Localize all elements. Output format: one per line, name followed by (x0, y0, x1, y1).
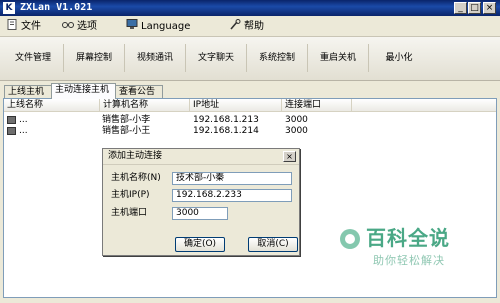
title-bar[interactable]: K ZXLan V1.021 _ □ × (0, 0, 500, 16)
cell-port: 3000 (285, 115, 308, 125)
text-chat-button[interactable]: 文字聊天 (186, 44, 247, 72)
dialog-title-bar[interactable]: 添加主动连接 × (103, 149, 299, 165)
cell-ip: 192.168.1.213 (193, 115, 259, 125)
host-ip-label: 主机IP(P) (111, 190, 150, 200)
menu-language-label: Language (141, 21, 191, 32)
toolbar: 文件管理 屏幕控制 视频通讯 文字聊天 系统控制 重启关机 最小化 (0, 37, 500, 81)
column-computer-name[interactable]: 计算机名称 (100, 99, 190, 111)
menu-language[interactable]: Language (126, 19, 190, 33)
add-connection-dialog: 添加主动连接 × 主机名称(N) 技术部-小秦 主机IP(P) 192.168.… (102, 148, 300, 256)
glasses-icon (62, 22, 74, 28)
system-control-button[interactable]: 系统控制 (247, 44, 308, 72)
file-manage-button[interactable]: 文件管理 (3, 44, 64, 72)
ok-button[interactable]: 确定(O) (175, 237, 225, 252)
column-online-name[interactable]: 上线名称 (4, 99, 100, 111)
watermark-logo (340, 229, 360, 249)
host-port-input[interactable]: 3000 (172, 207, 228, 220)
window-title: ZXLan V1.021 (20, 2, 93, 13)
cell-online-name: ... (19, 115, 28, 125)
monitor-icon (126, 19, 138, 29)
menu-options[interactable]: 选项 (62, 19, 97, 33)
restart-shutdown-button[interactable]: 重启关机 (308, 44, 369, 72)
cell-online-name: ... (19, 126, 28, 136)
cell-port: 3000 (285, 126, 308, 136)
video-chat-button[interactable]: 视频通讯 (125, 44, 186, 72)
document-icon (7, 19, 17, 30)
list-header: 上线名称 计算机名称 IP地址 连接端口 (4, 99, 496, 112)
host-ip-input[interactable]: 192.168.2.233 (172, 189, 292, 202)
main-window: K ZXLan V1.021 _ □ × 文件 选项 Language 帮助 文… (0, 0, 500, 303)
menu-file[interactable]: 文件 (6, 19, 41, 33)
menu-bar: 文件 选项 Language 帮助 (0, 16, 500, 37)
cell-computer-name: 销售部-小李 (102, 115, 151, 125)
tab-strip: 上线主机 主动连接主机 查看公告 (0, 83, 500, 99)
table-row[interactable]: ... 销售部-小李 192.168.1.213 3000 (4, 115, 496, 126)
wrench-icon (230, 19, 241, 30)
menu-options-label: 选项 (77, 21, 97, 32)
screen-control-button[interactable]: 屏幕控制 (64, 44, 125, 72)
computer-icon (7, 127, 16, 135)
watermark-text: 百科全说 (366, 226, 450, 250)
tab-online-hosts[interactable]: 上线主机 (4, 85, 52, 98)
tab-announcements[interactable]: 查看公告 (115, 85, 163, 98)
column-port[interactable]: 连接端口 (282, 99, 352, 111)
menu-help-label: 帮助 (244, 21, 264, 32)
dialog-title: 添加主动连接 (108, 151, 163, 161)
column-ip-address[interactable]: IP地址 (190, 99, 282, 111)
cell-computer-name: 销售部-小王 (102, 126, 151, 136)
dialog-close-button[interactable]: × (283, 151, 296, 162)
minimize-app-button[interactable]: 最小化 (369, 44, 429, 72)
computer-icon (7, 116, 16, 124)
app-icon: K (3, 2, 15, 14)
host-name-input[interactable]: 技术部-小秦 (172, 172, 292, 185)
cell-ip: 192.168.1.214 (193, 126, 259, 136)
table-row[interactable]: ... 销售部-小王 192.168.1.214 3000 (4, 126, 496, 137)
menu-file-label: 文件 (21, 21, 41, 32)
maximize-button[interactable]: □ (468, 2, 481, 14)
host-port-label: 主机端口 (111, 208, 148, 218)
tab-active-connect[interactable]: 主动连接主机 (51, 83, 116, 99)
cancel-button[interactable]: 取消(C) (248, 237, 298, 252)
watermark-logo-inner (345, 234, 355, 244)
watermark-subtitle: 助你轻松解决 (373, 254, 445, 267)
host-name-label: 主机名称(N) (111, 173, 161, 183)
menu-help[interactable]: 帮助 (229, 19, 264, 33)
close-button[interactable]: × (483, 2, 496, 14)
minimize-button[interactable]: _ (454, 2, 467, 14)
